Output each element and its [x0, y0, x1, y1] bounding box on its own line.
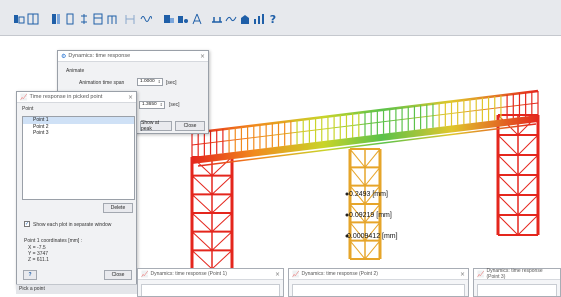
left-tower-brace [211, 193, 233, 214]
annotation-displacement-3: 0.0009412 [mm] [347, 233, 398, 240]
span-unit: [sec] [166, 80, 177, 86]
right-tower-brace [497, 214, 519, 236]
wave-icon[interactable] [140, 13, 152, 25]
annotation-displacement-1: 0.2493 [mm] [349, 191, 388, 198]
show-at-peak-button[interactable]: Show at peak [140, 120, 172, 132]
time-value: 1.3650 [142, 102, 157, 107]
right-tower-brace [497, 134, 519, 156]
picked-point-title-text: Time response in picked point [29, 94, 103, 100]
plot-window-point-2[interactable]: 📈 Dynamics: time response (Point 2) × [288, 268, 469, 297]
points-list[interactable]: Point 1 Point 2 Point 3 [22, 116, 135, 200]
middle-tower-brace [349, 167, 366, 186]
plot-area [141, 284, 280, 296]
plot-window-title-text: Dynamics: time response (Point 1) [150, 271, 227, 277]
left-tower-brace [191, 175, 213, 195]
plot-area [477, 284, 557, 296]
picked-point-panel: 📈 Time response in picked point × Point … [16, 91, 137, 288]
plot-window-title-text: Dynamics: time response (Point 2) [301, 271, 378, 277]
bar-icon[interactable] [50, 13, 62, 25]
bridge-deck-edge [197, 123, 537, 167]
model-icon[interactable] [13, 13, 25, 25]
span-input[interactable]: 1.0000 ⇕ [137, 78, 163, 86]
grid-icon[interactable] [27, 13, 39, 25]
middle-tower-brace [349, 240, 366, 260]
spin-arrows-icon[interactable]: ⇕ [160, 102, 163, 108]
middle-tower-brace [364, 167, 381, 186]
chart-icon: 📈 [20, 93, 28, 101]
main-toolbar: ? [0, 0, 561, 36]
plot-window-title: 📈 Dynamics: time response (Point 2) × [289, 269, 468, 280]
right-tower-brace [517, 174, 539, 196]
chart-icon: 📈 [292, 270, 300, 278]
bridge-structure [190, 89, 540, 270]
time-input[interactable]: 1.3650 ⇕ [139, 101, 165, 109]
left-tower-brace [211, 212, 233, 233]
chart-icon: 📈 [141, 270, 149, 278]
right-tower-brace [517, 194, 539, 216]
right-tower-brace [497, 194, 519, 216]
point-section-label: Point [22, 106, 34, 112]
close-icon[interactable]: × [200, 53, 205, 60]
plot-window-point-3[interactable]: 📈 Dynamics: time response (Point 3) [473, 268, 561, 297]
dynamics-close-button[interactable]: Close [175, 121, 205, 131]
annotation-displacement-2: 0.09219 [mm] [349, 212, 392, 219]
scale-icon[interactable] [78, 13, 90, 25]
left-tower-brace [211, 231, 233, 251]
frame-icon[interactable] [106, 13, 118, 25]
close-icon[interactable]: × [128, 94, 133, 101]
middle-tower-brace [364, 240, 381, 260]
animate-label: Animate [66, 68, 85, 74]
right-tower-brace [517, 214, 539, 236]
separate-window-label: Show each plot in separate window [33, 222, 112, 228]
coord-z: Z = 611.1 [28, 257, 49, 263]
span-value: 1.0000 [140, 79, 155, 84]
dynamics-panel-title: ⚙ Dynamics: time response × [58, 51, 208, 62]
plot-window-title: 📈 Dynamics: time response (Point 3) [474, 268, 560, 280]
status-bar: Pick a point [16, 284, 137, 294]
middle-tower-brace [349, 148, 366, 168]
stats-icon[interactable] [253, 13, 265, 25]
dynamics-title-text: Dynamics: time response [68, 53, 131, 59]
support-icon[interactable] [211, 13, 223, 25]
right-tower-brace [497, 154, 519, 176]
diagram-icon[interactable] [177, 13, 189, 25]
magnet-icon[interactable] [163, 13, 175, 25]
curve-icon[interactable] [225, 13, 237, 25]
picked-point-close-button[interactable]: Close [104, 270, 132, 280]
middle-tower-brace [364, 148, 381, 168]
table-icon[interactable] [92, 13, 104, 25]
close-icon[interactable]: × [460, 271, 465, 278]
left-tower-brace [211, 175, 233, 195]
plot-window-point-1[interactable]: 📈 Dynamics: time response (Point 1) × [137, 268, 284, 297]
building-icon[interactable] [239, 13, 251, 25]
help-button[interactable]: ? [23, 270, 37, 280]
list-item[interactable]: Point 3 [23, 130, 134, 137]
picked-point-title: 📈 Time response in picked point × [17, 92, 136, 103]
plot-window-title: 📈 Dynamics: time response (Point 1) × [138, 269, 283, 280]
right-tower-brace [497, 174, 519, 196]
left-tower-brace [191, 193, 213, 214]
right-tower-brace [517, 134, 539, 156]
plot-window-title-text: Dynamics: time response (Point 3) [486, 268, 543, 280]
section-icon[interactable] [64, 13, 76, 25]
right-tower-brace [517, 154, 539, 176]
delete-button[interactable]: Delete [103, 203, 133, 213]
separate-window-checkbox[interactable]: ✓ [24, 221, 30, 227]
chart-icon: 📈 [477, 270, 485, 278]
left-tower-brace [211, 249, 233, 270]
gear-icon: ⚙ [61, 52, 67, 60]
left-tower-brace [191, 212, 213, 233]
frame2-icon[interactable] [124, 13, 136, 25]
load-icon[interactable] [191, 13, 203, 25]
span-label: Animation time span [79, 80, 125, 86]
time-unit: [sec] [169, 102, 180, 108]
help-button[interactable]: ? [267, 13, 279, 26]
left-tower-brace [191, 231, 213, 251]
plot-area [292, 284, 465, 296]
coords-heading: Point 1 coordinates [mm] : [24, 238, 83, 244]
close-icon[interactable]: × [275, 271, 280, 278]
left-tower-brace [191, 249, 213, 270]
spin-arrows-icon[interactable]: ⇕ [158, 79, 161, 85]
